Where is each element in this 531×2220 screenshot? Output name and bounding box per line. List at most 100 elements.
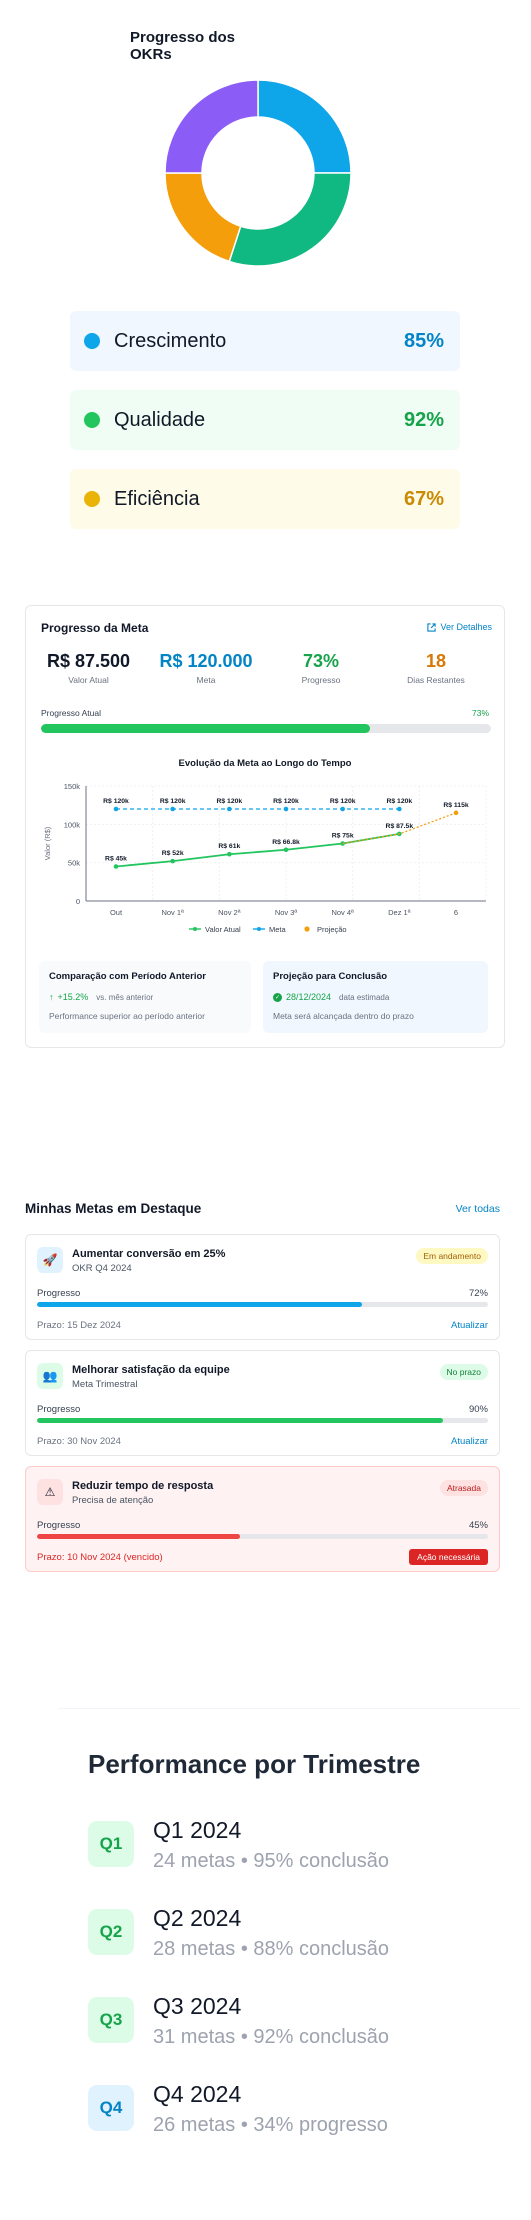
- series-point-2: [453, 810, 459, 816]
- quarter-name: Q2 2024: [153, 1905, 242, 1931]
- data-label: R$ 75k: [332, 833, 354, 840]
- quarter-summary: 26 metas • 34% progresso: [153, 2114, 388, 2136]
- status-badge: Em andamento: [416, 1248, 488, 1264]
- goal-subtitle: Meta Trimestral: [72, 1379, 138, 1390]
- goal-progress-fill: [37, 1418, 443, 1423]
- data-label: R$ 120k: [273, 798, 299, 805]
- series-point-1: [397, 806, 402, 812]
- status-badge: Atrasada: [439, 1480, 488, 1496]
- section-divider: [58, 1708, 520, 1709]
- update-button[interactable]: Atualizar: [451, 1436, 488, 1447]
- arrow-up-icon: ↑: [49, 992, 54, 1002]
- projection-note: Meta será alcançada dentro do prazo: [273, 1011, 414, 1021]
- status-badge: No prazo: [439, 1364, 488, 1380]
- series-line-0: [115, 833, 400, 868]
- stat-label: Valor Atual: [68, 675, 109, 685]
- data-label: R$ 45k: [105, 856, 127, 863]
- stat-value: R$ 120.000: [159, 651, 253, 671]
- donut-slice-3: [164, 79, 259, 174]
- goal-card-2[interactable]: ⚠ Reduzir tempo de resposta Precisa de a…: [25, 1466, 500, 1572]
- legend-item-1[interactable]: Meta: [253, 925, 287, 934]
- data-label: R$ 66.8k: [272, 839, 300, 846]
- details-link[interactable]: Ver Detalhes: [427, 622, 492, 632]
- series-point-1: [340, 806, 345, 812]
- data-label: R$ 120k: [160, 798, 186, 805]
- quarter-row-4[interactable]: Q4 Q4 2024 26 metas • 34% progresso: [88, 2081, 488, 2145]
- quarterly-performance-title: Performance por Trimestre: [88, 1749, 421, 1779]
- rocket-icon: 🚀: [37, 1247, 63, 1273]
- quarter-row-1[interactable]: Q1 Q1 2024 24 metas • 95% conclusão: [88, 1817, 488, 1881]
- goal-card-title: Progresso da Meta: [41, 621, 149, 635]
- goal-subtitle: OKR Q4 2024: [72, 1263, 132, 1274]
- quarter-badge: Q1: [88, 1821, 134, 1867]
- stat-value: 18: [425, 651, 447, 671]
- quarter-row-3[interactable]: Q3 Q3 2024 31 metas • 92% conclusão: [88, 1993, 488, 2057]
- kpi-label: Qualidade: [114, 408, 206, 431]
- x-tick-label: Nov 1ª: [161, 908, 184, 917]
- comparison-value-note: vs. mês anterior: [96, 992, 154, 1002]
- x-tick-label: Nov 4ª: [331, 908, 354, 917]
- okr-chart-title: Progresso dos OKRs: [130, 29, 236, 63]
- legend-item-0[interactable]: Valor Atual: [189, 925, 241, 934]
- data-label: R$ 120k: [103, 798, 129, 805]
- data-label: R$ 115k: [443, 802, 469, 809]
- quarter-summary: 31 metas • 92% conclusão: [153, 2026, 390, 2048]
- comparison-note: Performance superior ao período anterior: [49, 1011, 205, 1021]
- data-label: R$ 120k: [386, 798, 412, 805]
- stat-value: 73%: [302, 651, 340, 671]
- comparison-title: Comparação com Período Anterior: [49, 971, 206, 982]
- projection-box: Projeção para Conclusão ✓ 28/12/2024 dat…: [263, 961, 488, 1033]
- stat-current-value: R$ 87.500 Valor Atual: [36, 651, 141, 685]
- goal-progress-fill: [41, 724, 370, 733]
- progress-value: 73%: [471, 708, 489, 718]
- deadline-text: Prazo: 15 Dez 2024: [37, 1319, 121, 1331]
- x-tick-label: 6: [454, 908, 458, 917]
- legend-label: Meta: [269, 925, 287, 934]
- warning-icon: ⚠: [37, 1479, 63, 1505]
- update-button[interactable]: Atualizar: [451, 1320, 488, 1331]
- stat-progress: 73% Progresso: [271, 651, 371, 685]
- action-required-button[interactable]: Ação necessária: [409, 1549, 488, 1565]
- data-label: R$ 120k: [216, 798, 242, 805]
- goal-subtitle: Precisa de atenção: [72, 1495, 154, 1506]
- kpi-label: Eficiência: [114, 487, 200, 510]
- progress-value: 45%: [468, 1520, 488, 1531]
- series-point-1: [283, 806, 289, 812]
- x-tick-label: Nov 2ª: [218, 908, 241, 917]
- team-icon: 👥: [37, 1363, 63, 1389]
- view-all-link[interactable]: Ver todas: [456, 1203, 500, 1215]
- goal-progress-card: Progresso da Meta Ver Detalhes R$ 87.500…: [25, 605, 505, 1048]
- kpi-card-quality[interactable]: Qualidade 92%: [70, 390, 460, 450]
- stat-target: R$ 120.000 Meta: [146, 651, 266, 685]
- y-tick-label: 0: [76, 897, 80, 906]
- kpi-card-efficiency[interactable]: Eficiência 67%: [70, 469, 460, 529]
- quarter-badge: Q3: [88, 1997, 134, 2043]
- x-tick-label: Nov 3ª: [275, 908, 298, 917]
- goal-name: Melhorar satisfação da equipe: [72, 1364, 230, 1376]
- deadline-text: Prazo: 30 Nov 2024: [37, 1435, 121, 1447]
- donut-slice-0: [257, 79, 352, 174]
- stat-label: Dias Restantes: [407, 675, 465, 685]
- projection-title: Projeção para Conclusão: [273, 971, 388, 982]
- stat-value: R$ 87.500: [46, 651, 131, 671]
- goal-progress-fill: [37, 1302, 362, 1307]
- series-point-0: [283, 847, 289, 853]
- progress-label: Progresso: [37, 1288, 81, 1299]
- goal-card-0[interactable]: 🚀 Aumentar conversão em 25% OKR Q4 2024 …: [25, 1234, 500, 1340]
- quarter-name: Q3 2024: [153, 1993, 242, 2019]
- quarter-row-2[interactable]: Q2 Q2 2024 28 metas • 88% conclusão: [88, 1905, 488, 1969]
- chart-title: Evolução da Meta ao Longo do Tempo: [179, 758, 352, 769]
- series-point-0: [227, 851, 232, 857]
- stat-label: Progresso: [301, 675, 341, 685]
- legend-label: Projeção: [317, 925, 347, 934]
- series-point-1: [113, 806, 119, 812]
- y-tick-label: 150k: [64, 782, 81, 791]
- status-dot: [84, 333, 100, 349]
- kpi-card-growth[interactable]: Crescimento 85%: [70, 311, 460, 371]
- goal-card-1[interactable]: 👥 Melhorar satisfação da equipe Meta Tri…: [25, 1350, 500, 1456]
- kpi-label: Crescimento: [114, 329, 227, 352]
- goal-name: Aumentar conversão em 25%: [72, 1248, 226, 1260]
- projection-value: 28/12/2024: [286, 992, 332, 1002]
- legend-item-2[interactable]: Projeção: [304, 925, 347, 934]
- quarter-name: Q1 2024: [153, 1817, 242, 1843]
